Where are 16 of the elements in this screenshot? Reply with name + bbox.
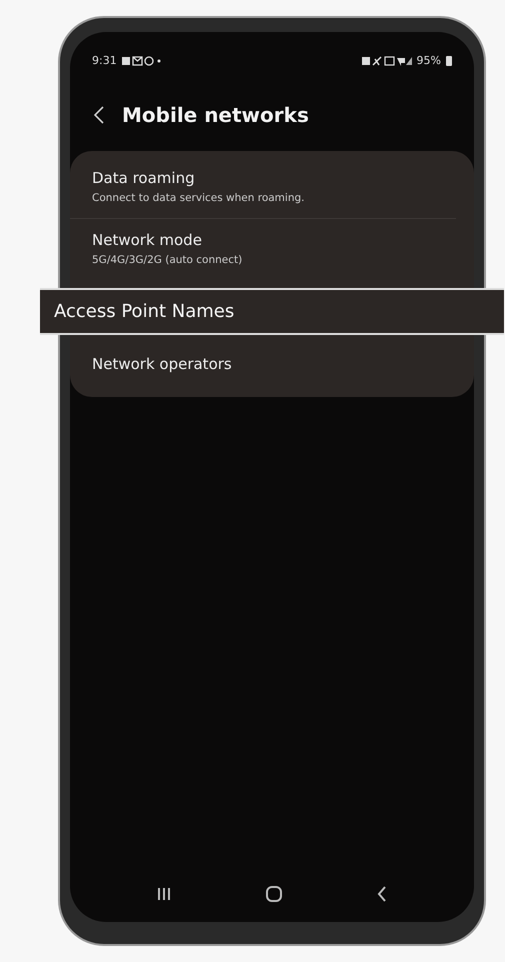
recent-apps-icon[interactable]: [157, 887, 172, 901]
setting-subtitle: 5G/4G/3G/2G (auto connect): [92, 254, 244, 266]
battery-percentage: 95%: [416, 54, 441, 67]
page-title: Mobile networks: [122, 103, 309, 127]
setting-title[interactable]: Network mode: [92, 231, 454, 249]
setting-subtitle: Connect to data services when roaming.: [92, 192, 306, 204]
status-time: 9:31: [92, 54, 117, 67]
back-button[interactable]: [94, 106, 104, 124]
notification-icons: [122, 56, 162, 66]
back-icon[interactable]: [376, 886, 387, 902]
home-icon[interactable]: [266, 886, 282, 902]
battery-icon: [446, 56, 452, 66]
setting-title[interactable]: Network operators: [92, 355, 454, 373]
setting-title[interactable]: Data roaming: [92, 169, 454, 187]
highlighted-setting-item[interactable]: Access Point Names: [40, 288, 504, 335]
status-icons: [362, 56, 412, 66]
